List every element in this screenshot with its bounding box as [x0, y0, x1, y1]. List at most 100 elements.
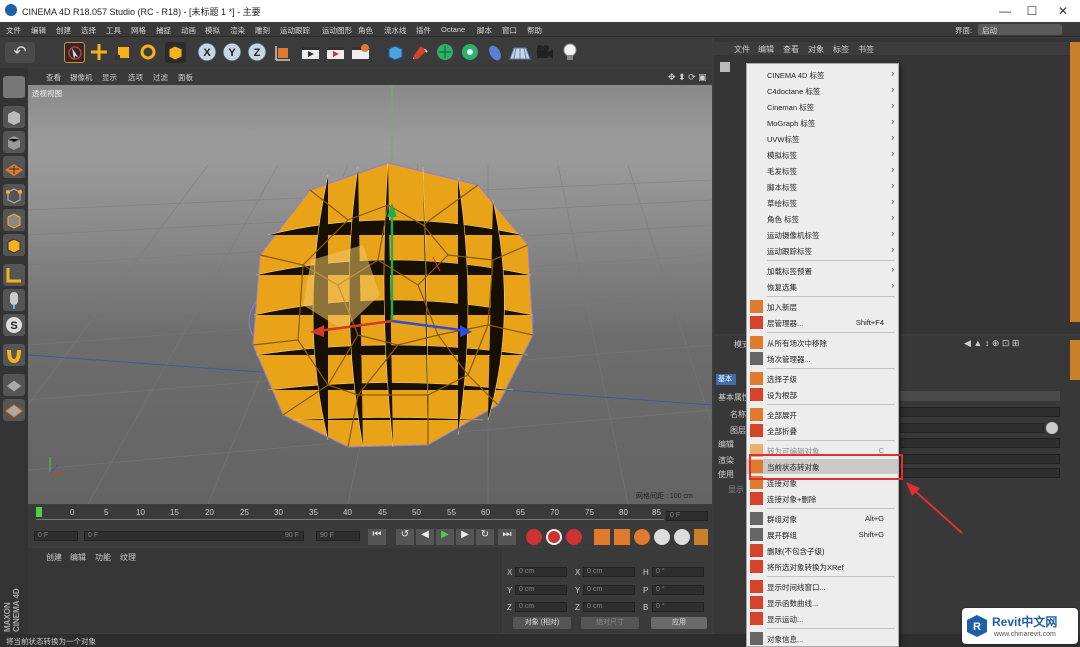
menu-item-set-as-root[interactable]: 设为根部: [747, 387, 898, 402]
cloner-icon[interactable]: [460, 42, 481, 63]
menu-file[interactable]: 文件: [6, 25, 21, 36]
material-menu-function[interactable]: 功能: [95, 552, 111, 563]
objmgr-menu-tags[interactable]: 标签: [833, 44, 849, 55]
objmgr-menu-view[interactable]: 查看: [783, 44, 799, 55]
key-rotation-icon[interactable]: [634, 529, 650, 545]
menu-mograph[interactable]: 运动图形: [322, 25, 352, 36]
menu-render[interactable]: 渲染: [230, 25, 245, 36]
material-menu-create[interactable]: 创建: [46, 552, 62, 563]
floor-environment-icon[interactable]: [508, 42, 532, 63]
menu-item-object-info[interactable]: 对象信息...: [747, 631, 898, 646]
key-param-icon[interactable]: [654, 529, 670, 545]
viewport-nav-icons[interactable]: ✥ ⬍ ⟳ ▣: [668, 72, 707, 83]
menu-item-select-children[interactable]: 选择子级: [747, 371, 898, 386]
viewport-menu-camera[interactable]: 摄像机: [70, 72, 93, 83]
rot-h-field[interactable]: 0 °: [652, 567, 704, 577]
record-keys-icon[interactable]: [526, 529, 542, 545]
menu-edit[interactable]: 编辑: [31, 25, 46, 36]
auto-key-icon[interactable]: [546, 529, 562, 545]
edit-visibility-select[interactable]: [900, 438, 1060, 448]
coord-mode-select[interactable]: 对象 (相对): [513, 617, 571, 629]
menu-item-expand-all[interactable]: 全部展开: [747, 407, 898, 422]
side-tab-attributes[interactable]: [1070, 340, 1080, 380]
play-icon[interactable]: ▶: [436, 529, 454, 545]
menu-create[interactable]: 创建: [56, 25, 71, 36]
go-to-end-icon[interactable]: ⏭: [498, 529, 516, 545]
scale-tool-button[interactable]: [113, 42, 134, 63]
viewport-menu-display[interactable]: 显示: [102, 72, 117, 83]
playhead[interactable]: [36, 507, 42, 517]
axis-mode-icon[interactable]: [3, 264, 25, 286]
z-axis-lock-icon[interactable]: Z: [247, 42, 268, 63]
menu-item-show-timeline[interactable]: 显示时间线窗口...: [747, 579, 898, 594]
snap-icon[interactable]: S: [3, 314, 25, 336]
pos-z-field[interactable]: 0 cm: [515, 602, 567, 612]
viewport-menu-filter[interactable]: 过滤: [153, 72, 168, 83]
menu-item-uvw-tags[interactable]: UVW标签 ›: [747, 131, 898, 146]
tweak-mode-icon[interactable]: [3, 289, 25, 311]
perspective-viewport[interactable]: 透视视图 网格间距 : 100 cm: [28, 85, 712, 504]
pen-spline-icon[interactable]: [410, 42, 431, 63]
size-z-field[interactable]: 0 cm: [583, 602, 635, 612]
menu-tools[interactable]: 工具: [106, 25, 121, 36]
menu-pipeline[interactable]: 流水线: [384, 25, 407, 36]
menu-item-remove-from-takes[interactable]: 从所有场次中移除: [747, 335, 898, 350]
model-mode-icon[interactable]: [3, 106, 25, 128]
menu-item-mograph-tags[interactable]: MoGraph 标签 ›: [747, 115, 898, 130]
menu-item-character-tags[interactable]: 角色 标签 ›: [747, 211, 898, 226]
polygons-mode-icon[interactable]: [3, 234, 25, 256]
size-y-field[interactable]: 0 cm: [583, 585, 635, 595]
deformer-icon[interactable]: [485, 42, 506, 63]
menu-item-expand-group[interactable]: 展开群组 Shift+G: [747, 527, 898, 542]
menu-item-show-motion[interactable]: 显示运动...: [747, 611, 898, 626]
key-position-icon[interactable]: [594, 529, 610, 545]
render-settings-icon[interactable]: [350, 42, 371, 63]
close-button[interactable]: ✕: [1048, 2, 1078, 20]
workplane-icon[interactable]: [3, 156, 25, 178]
viewport-menu-view[interactable]: 查看: [46, 72, 61, 83]
menu-item-take-manager[interactable]: 场次管理器...: [747, 351, 898, 366]
timeline-ruler[interactable]: 0 5 10 15 20 25 30 35 40 45 50 55 60 65 …: [28, 505, 712, 527]
texture-mode-icon[interactable]: [3, 131, 25, 153]
x-axis-lock-icon[interactable]: X: [197, 42, 218, 63]
camera-icon[interactable]: [534, 42, 555, 63]
viewport-menu-options[interactable]: 选项: [128, 72, 143, 83]
subdivision-surface-icon[interactable]: [435, 42, 456, 63]
render-visibility-select[interactable]: [900, 454, 1060, 464]
objmgr-menu-edit[interactable]: 编辑: [758, 44, 774, 55]
menu-item-motion-camera-tags[interactable]: 运动摄像机标签 ›: [747, 227, 898, 242]
preview-range-slider[interactable]: 0 F 90 F: [84, 531, 304, 541]
prev-frame-icon[interactable]: ◀: [416, 529, 434, 545]
menu-script[interactable]: 脚本: [477, 25, 492, 36]
object-tree-icon[interactable]: [720, 62, 730, 72]
size-x-field[interactable]: 0 cm: [583, 567, 635, 577]
menu-item-delete-without-children[interactable]: 删除(不包含子级): [747, 543, 898, 558]
model-mode-button[interactable]: [165, 42, 186, 63]
menu-item-collapse-all[interactable]: 全部折叠: [747, 423, 898, 438]
name-field[interactable]: [900, 407, 1060, 417]
use-color-select[interactable]: [900, 468, 1060, 478]
material-menu-texture[interactable]: 纹理: [120, 552, 136, 563]
start-frame-field[interactable]: 0 F: [34, 531, 78, 541]
side-tab-objects[interactable]: [1070, 42, 1080, 322]
minimize-button[interactable]: —: [990, 2, 1020, 20]
layer-field[interactable]: [900, 423, 1044, 433]
edges-mode-icon[interactable]: [3, 209, 25, 231]
magnet-icon[interactable]: [3, 344, 25, 366]
select-tool-button[interactable]: [64, 42, 85, 63]
rot-p-field[interactable]: 0 °: [652, 585, 704, 595]
layer-picker-icon[interactable]: [1046, 422, 1058, 434]
menu-item-cineman-tags[interactable]: Cineman 标签 ›: [747, 99, 898, 114]
layout-select[interactable]: 启动: [978, 24, 1062, 35]
objmgr-menu-file[interactable]: 文件: [734, 44, 750, 55]
viewport-menu-panel[interactable]: 面板: [178, 72, 193, 83]
menu-item-add-new-layer[interactable]: 加入新层: [747, 299, 898, 314]
menu-item-load-tag-preset[interactable]: 加载标签预置 ›: [747, 263, 898, 278]
next-key-icon[interactable]: ↻: [476, 529, 494, 545]
maximize-button[interactable]: ☐: [1017, 2, 1047, 20]
menu-mesh[interactable]: 网格: [131, 25, 146, 36]
menu-item-show-f-curves[interactable]: 显示函数曲线...: [747, 595, 898, 610]
menu-sculpt[interactable]: 雕刻: [255, 25, 270, 36]
end-frame-field[interactable]: 90 F: [316, 531, 360, 541]
menu-item-connect-objects-delete[interactable]: 连接对象+删除: [747, 491, 898, 506]
